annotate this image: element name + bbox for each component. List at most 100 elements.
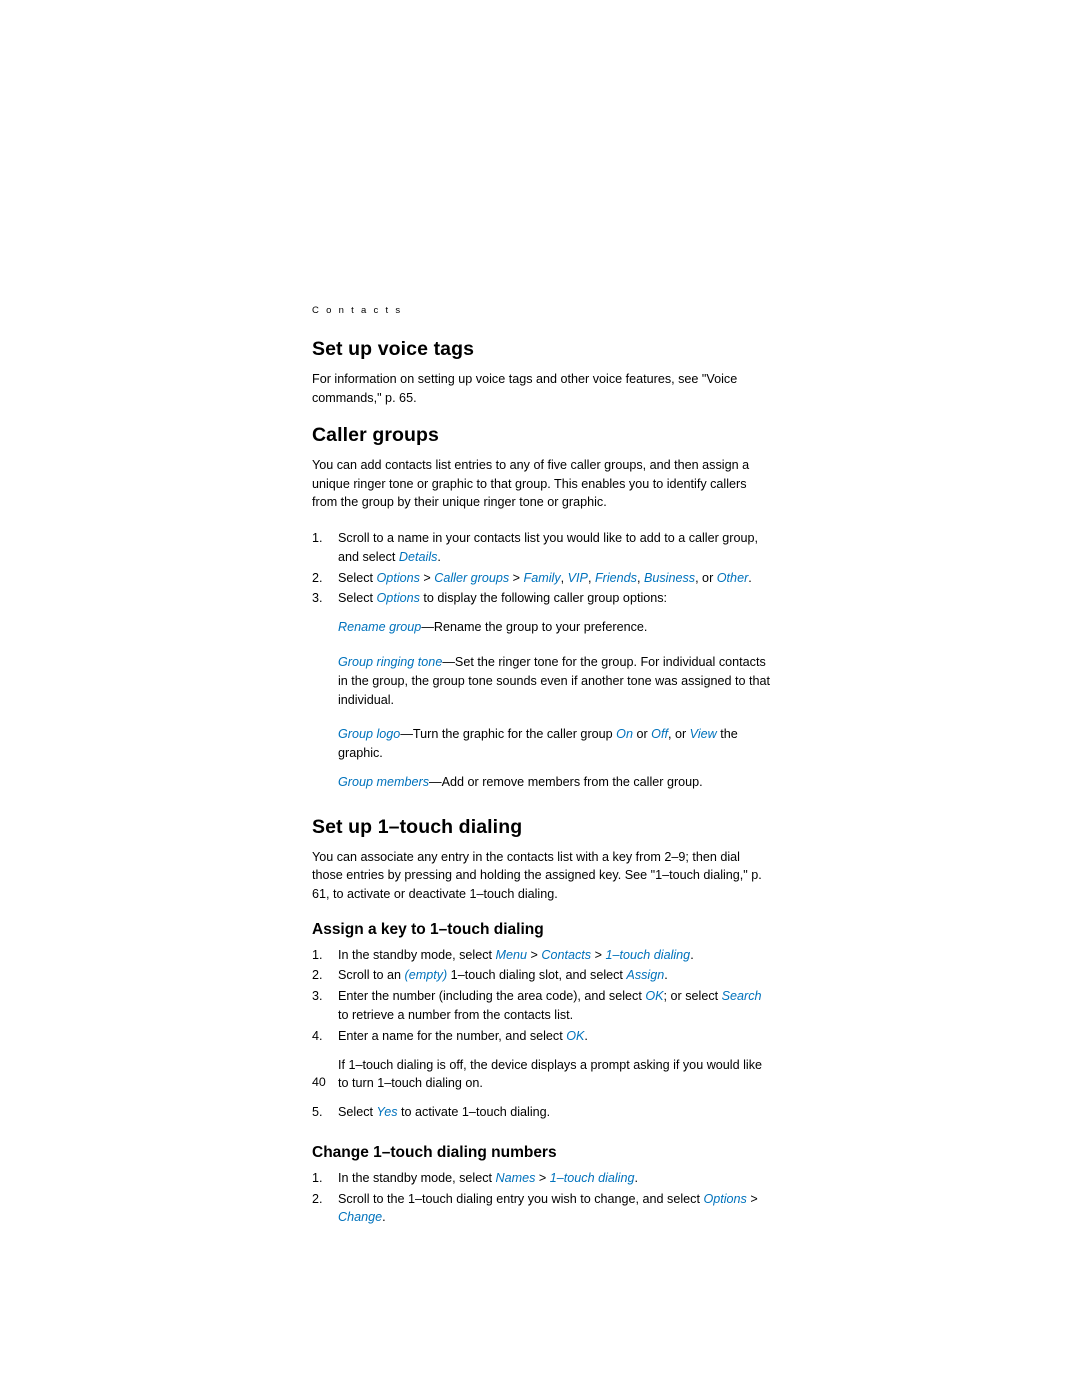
ui-term-on: On — [616, 727, 633, 742]
sep: > — [535, 1170, 550, 1185]
sep: > — [591, 947, 606, 962]
ui-term-family: Family — [523, 570, 561, 585]
ui-term-ok: OK — [566, 1028, 585, 1043]
ui-term-view: View — [689, 727, 717, 742]
heading-caller-groups: Caller groups — [312, 424, 439, 447]
step-text-end: to activate 1–touch dialing. — [397, 1105, 551, 1120]
sep: , — [587, 570, 595, 585]
heading-change-1-touch-dialing-numbers: Change 1–touch dialing numbers — [312, 1143, 557, 1161]
step-text-end: . — [748, 570, 752, 585]
paragraph-voice-tags: For information on setting up voice tags… — [312, 372, 738, 405]
step-text: Select — [338, 1105, 377, 1120]
step-number: 3. — [312, 989, 323, 1004]
step-text-end: to retrieve a number from the contacts l… — [338, 1007, 574, 1022]
list-change-numbers-steps: 1. In the standby mode, select Names > 1–… — [312, 1169, 772, 1227]
sep: > — [527, 947, 542, 962]
ui-term-contacts: Contacts — [541, 947, 592, 962]
list-item: 3. Select Options to display the followin… — [312, 589, 772, 608]
step-text-end: . — [382, 1210, 386, 1225]
list-caller-groups-steps: 1. Scroll to a name in your contacts list… — [312, 529, 772, 608]
ui-term-group-ringing-tone: Group ringing tone — [338, 654, 443, 669]
list-item: 5. Select Yes to activate 1–touch dialing… — [312, 1103, 772, 1122]
option-group-logo: Group logo—Turn the graphic for the call… — [338, 725, 772, 763]
sep: , or — [695, 570, 717, 585]
list-assign-key-steps: 1. In the standby mode, select Menu > Con… — [312, 946, 772, 1046]
step-number: 2. — [312, 1191, 323, 1206]
step-text-end: . — [584, 1028, 588, 1043]
ui-term-details: Details — [398, 549, 438, 564]
option-rename-group: Rename group—Rename the group to your pr… — [338, 618, 772, 637]
list-item: 4. Enter a name for the number, and selec… — [312, 1027, 772, 1046]
ui-term-caller-groups: Caller groups — [434, 570, 510, 585]
step-text-end: . — [664, 968, 668, 983]
sep: , — [636, 570, 644, 585]
page-number: 40 — [312, 1075, 326, 1089]
ui-term-group-logo: Group logo — [338, 727, 401, 742]
list-item: 1. In the standby mode, select Menu > Con… — [312, 946, 772, 965]
step-number: 3. — [312, 591, 323, 606]
ui-term-change: Change — [338, 1210, 383, 1225]
heading-assign-a-key: Assign a key to 1–touch dialing — [312, 920, 544, 938]
step-text: Scroll to the 1–touch dialing entry you … — [338, 1191, 704, 1206]
option-text: or — [632, 727, 652, 742]
ui-term-business: Business — [643, 570, 696, 585]
sep: , — [560, 570, 568, 585]
heading-set-up-1-touch-dialing: Set up 1–touch dialing — [312, 815, 523, 838]
ui-term-names: Names — [495, 1170, 536, 1185]
list-item: 1. Scroll to a name in your contacts list… — [312, 529, 772, 567]
sep: > — [509, 570, 524, 585]
list-assign-key-steps-cont: 5. Select Yes to activate 1–touch dialing… — [312, 1103, 772, 1122]
step-text: ; or select — [663, 989, 722, 1004]
step-text-end: . — [690, 947, 694, 962]
list-item: 1. In the standby mode, select Names > 1–… — [312, 1169, 772, 1188]
option-group-members: Group members—Add or remove members from… — [338, 773, 772, 792]
step-text: Enter the number (including the area cod… — [338, 989, 646, 1004]
option-text: —Turn the graphic for the caller group — [400, 727, 617, 742]
ui-term-group-members: Group members — [338, 774, 429, 789]
list-item: 2. Scroll to the 1–touch dialing entry yo… — [312, 1190, 772, 1228]
step-number: 1. — [312, 530, 323, 545]
step-text-end: . — [437, 549, 441, 564]
step-number: 5. — [312, 1105, 323, 1120]
step-text: 1–touch dialing slot, and select — [447, 968, 627, 983]
sep: > — [419, 570, 435, 585]
sep: > — [746, 1191, 758, 1206]
ui-term-vip: VIP — [567, 570, 588, 585]
ui-term-other: Other — [716, 570, 749, 585]
step-number: 1. — [312, 1170, 323, 1185]
list-item: 2. Select Options > Caller groups > Famil… — [312, 569, 772, 588]
ui-term-ok: OK — [645, 989, 664, 1004]
paragraph-1-touch-dialing: You can associate any entry in the conta… — [312, 849, 762, 901]
step-text: Select — [338, 570, 377, 585]
ui-term-options: Options — [376, 570, 420, 585]
step-text: In the standby mode, select — [338, 947, 496, 962]
ui-term-1-touch-dialing: 1–touch dialing — [549, 1170, 635, 1185]
option-text: , or — [667, 727, 690, 742]
ui-term-rename-group: Rename group — [338, 620, 422, 635]
step-text-end: to display the following caller group op… — [419, 591, 668, 606]
ui-term-yes: Yes — [376, 1105, 398, 1120]
step-text: In the standby mode, select — [338, 1170, 496, 1185]
ui-term-friends: Friends — [594, 570, 637, 585]
option-group-ringing-tone: Group ringing tone—Set the ringer tone f… — [338, 653, 772, 709]
ui-term-1-touch-dialing: 1–touch dialing — [605, 947, 691, 962]
page-content: C o n t a c t s Set up voice tags For in… — [312, 305, 772, 1229]
ui-term-options: Options — [376, 591, 420, 606]
step-number: 2. — [312, 570, 323, 585]
ui-term-empty: (empty) — [404, 968, 448, 983]
step-number: 4. — [312, 1028, 323, 1043]
ui-term-search: Search — [721, 989, 762, 1004]
list-item: 2. Scroll to an (empty) 1–touch dialing s… — [312, 966, 772, 985]
ui-term-options: Options — [703, 1191, 747, 1206]
list-item: 3. Enter the number (including the area c… — [312, 987, 772, 1025]
step-number: 1. — [312, 947, 323, 962]
step-text-end: . — [634, 1170, 639, 1185]
step-text: Select — [338, 591, 377, 606]
paragraph-caller-groups: You can add contacts list entries to any… — [312, 458, 750, 510]
step-number: 2. — [312, 968, 323, 983]
running-head: C o n t a c t s — [312, 305, 403, 316]
step-text: Enter a name for the number, and select — [338, 1028, 567, 1043]
option-text: —Rename the group to your preference. — [421, 620, 648, 635]
document-page: C o n t a c t s Set up voice tags For in… — [0, 0, 1080, 1397]
ui-term-assign: Assign — [626, 968, 665, 983]
